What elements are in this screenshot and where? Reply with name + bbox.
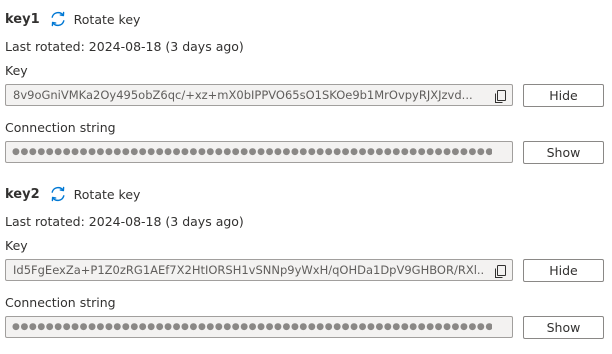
connection-string-label: Connection string xyxy=(5,120,116,135)
key-value: 8v9oGniVMKa2Oy495obZ6qc/+xz+mX0bIPPVO65s… xyxy=(13,88,473,102)
rotate-icon xyxy=(49,10,67,28)
show-connection-string2-button[interactable]: Show xyxy=(523,316,604,339)
key1-value-field[interactable]: 8v9oGniVMKa2Oy495obZ6qc/+xz+mX0bIPPVO65s… xyxy=(5,84,513,106)
key-name: key1 xyxy=(5,11,40,27)
rotate-key1-button[interactable]: Rotate key xyxy=(49,10,141,28)
key-value: Id5FgEexZa+P1Z0zRG1AEf7X2HtIORSH1vSNNp9y… xyxy=(13,263,483,277)
masked-connection-string: ●●●●●●●●●●●●●●●●●●●●●●●●●●●●●●●●●●●●●●●●… xyxy=(12,147,492,157)
last-rotated-text: Last rotated: 2024-08-18 (3 days ago) xyxy=(5,39,244,54)
copy-icon[interactable] xyxy=(492,263,508,279)
hide-key2-button[interactable]: Hide xyxy=(523,259,604,282)
rotate-key2-button[interactable]: Rotate key xyxy=(49,185,141,203)
key-label: Key xyxy=(5,238,28,253)
key2-connection-string-field[interactable]: ●●●●●●●●●●●●●●●●●●●●●●●●●●●●●●●●●●●●●●●●… xyxy=(5,316,513,338)
key2-section: key2 Rotate key Last rotated: 2024-08-18… xyxy=(0,175,612,350)
show-connection-string1-button[interactable]: Show xyxy=(523,141,604,164)
connection-string-label: Connection string xyxy=(5,295,116,310)
rotate-icon xyxy=(49,185,67,203)
masked-connection-string: ●●●●●●●●●●●●●●●●●●●●●●●●●●●●●●●●●●●●●●●●… xyxy=(12,322,492,332)
hide-key1-button[interactable]: Hide xyxy=(523,84,604,107)
key1-section: key1 Rotate key Last rotated: 2024-08-18… xyxy=(0,0,612,175)
key-name: key2 xyxy=(5,186,40,202)
rotate-key-label: Rotate key xyxy=(73,186,141,202)
key2-header: key2 Rotate key xyxy=(5,184,140,204)
key-label: Key xyxy=(5,63,28,78)
key1-header: key1 Rotate key xyxy=(5,9,140,29)
last-rotated-text: Last rotated: 2024-08-18 (3 days ago) xyxy=(5,214,244,229)
rotate-key-label: Rotate key xyxy=(73,11,141,27)
key1-connection-string-field[interactable]: ●●●●●●●●●●●●●●●●●●●●●●●●●●●●●●●●●●●●●●●●… xyxy=(5,141,513,163)
copy-icon[interactable] xyxy=(492,88,508,104)
key2-value-field[interactable]: Id5FgEexZa+P1Z0zRG1AEf7X2HtIORSH1vSNNp9y… xyxy=(5,259,513,281)
